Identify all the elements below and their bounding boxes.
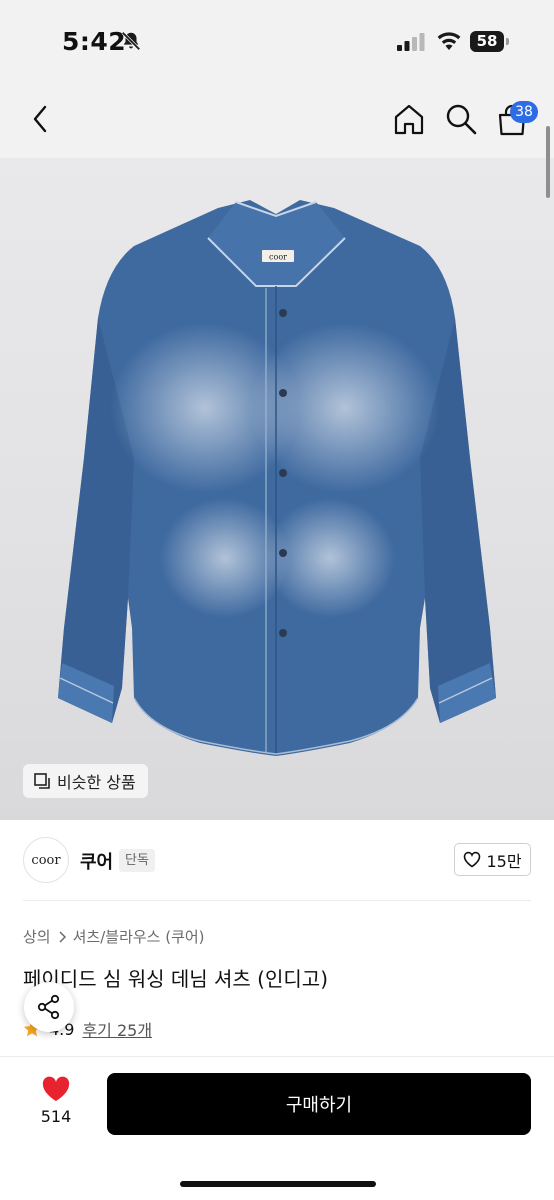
buy-button[interactable]: 구매하기 <box>107 1073 531 1135</box>
brand-name[interactable]: 쿠어 <box>80 848 113 874</box>
exclusive-badge: 단독 <box>119 849 155 872</box>
share-button[interactable] <box>24 982 74 1032</box>
brand-like-count: 15만 <box>486 851 522 871</box>
similar-products-button[interactable]: 비슷한 상품 <box>23 764 148 798</box>
brand-logo[interactable]: coor <box>23 837 69 883</box>
collar-tag-text: coor <box>269 253 287 262</box>
product-image[interactable]: coor <box>0 158 554 820</box>
scrollbar[interactable] <box>546 126 550 198</box>
breadcrumb-subcategory[interactable]: 셔츠/블라우스 (쿠어) <box>73 926 205 947</box>
wifi-icon <box>437 32 461 50</box>
back-button[interactable] <box>24 102 56 136</box>
bell-slash-icon <box>121 31 141 51</box>
brand-like-button[interactable]: 15만 <box>454 843 531 876</box>
home-icon[interactable] <box>392 102 426 136</box>
copy-icon <box>34 773 50 789</box>
home-indicator <box>180 1181 376 1187</box>
breadcrumb-category[interactable]: 상의 <box>23 926 51 947</box>
product-title: 페이디드 심 워싱 데님 셔츠 (인디고) <box>23 967 328 991</box>
search-icon[interactable] <box>444 102 478 136</box>
top-nav-bar <box>0 80 554 158</box>
chevron-left-icon <box>33 105 47 133</box>
divider <box>23 900 531 901</box>
breadcrumb: 상의 셔츠/블라우스 (쿠어) <box>23 926 205 947</box>
share-icon <box>37 994 60 1020</box>
wishlist-count: 514 <box>40 1107 72 1126</box>
denim-shirt-image: coor <box>58 200 496 756</box>
chevron-right-icon <box>59 930 66 943</box>
cart-count-badge: 38 <box>510 101 538 123</box>
heart-filled-icon <box>42 1076 70 1101</box>
status-time: 5:42 <box>62 27 127 56</box>
similar-products-label: 비슷한 상품 <box>57 773 136 792</box>
review-link[interactable]: 후기 25개 <box>82 1017 152 1041</box>
cellular-signal-icon <box>397 33 425 51</box>
heart-outline-icon <box>464 851 481 868</box>
battery-icon: 58 <box>470 31 510 52</box>
status-bar: 5:42 58 <box>0 0 554 80</box>
wishlist-button[interactable]: 514 <box>28 1076 84 1130</box>
battery-tip <box>506 38 509 45</box>
battery-level: 58 <box>470 31 504 52</box>
